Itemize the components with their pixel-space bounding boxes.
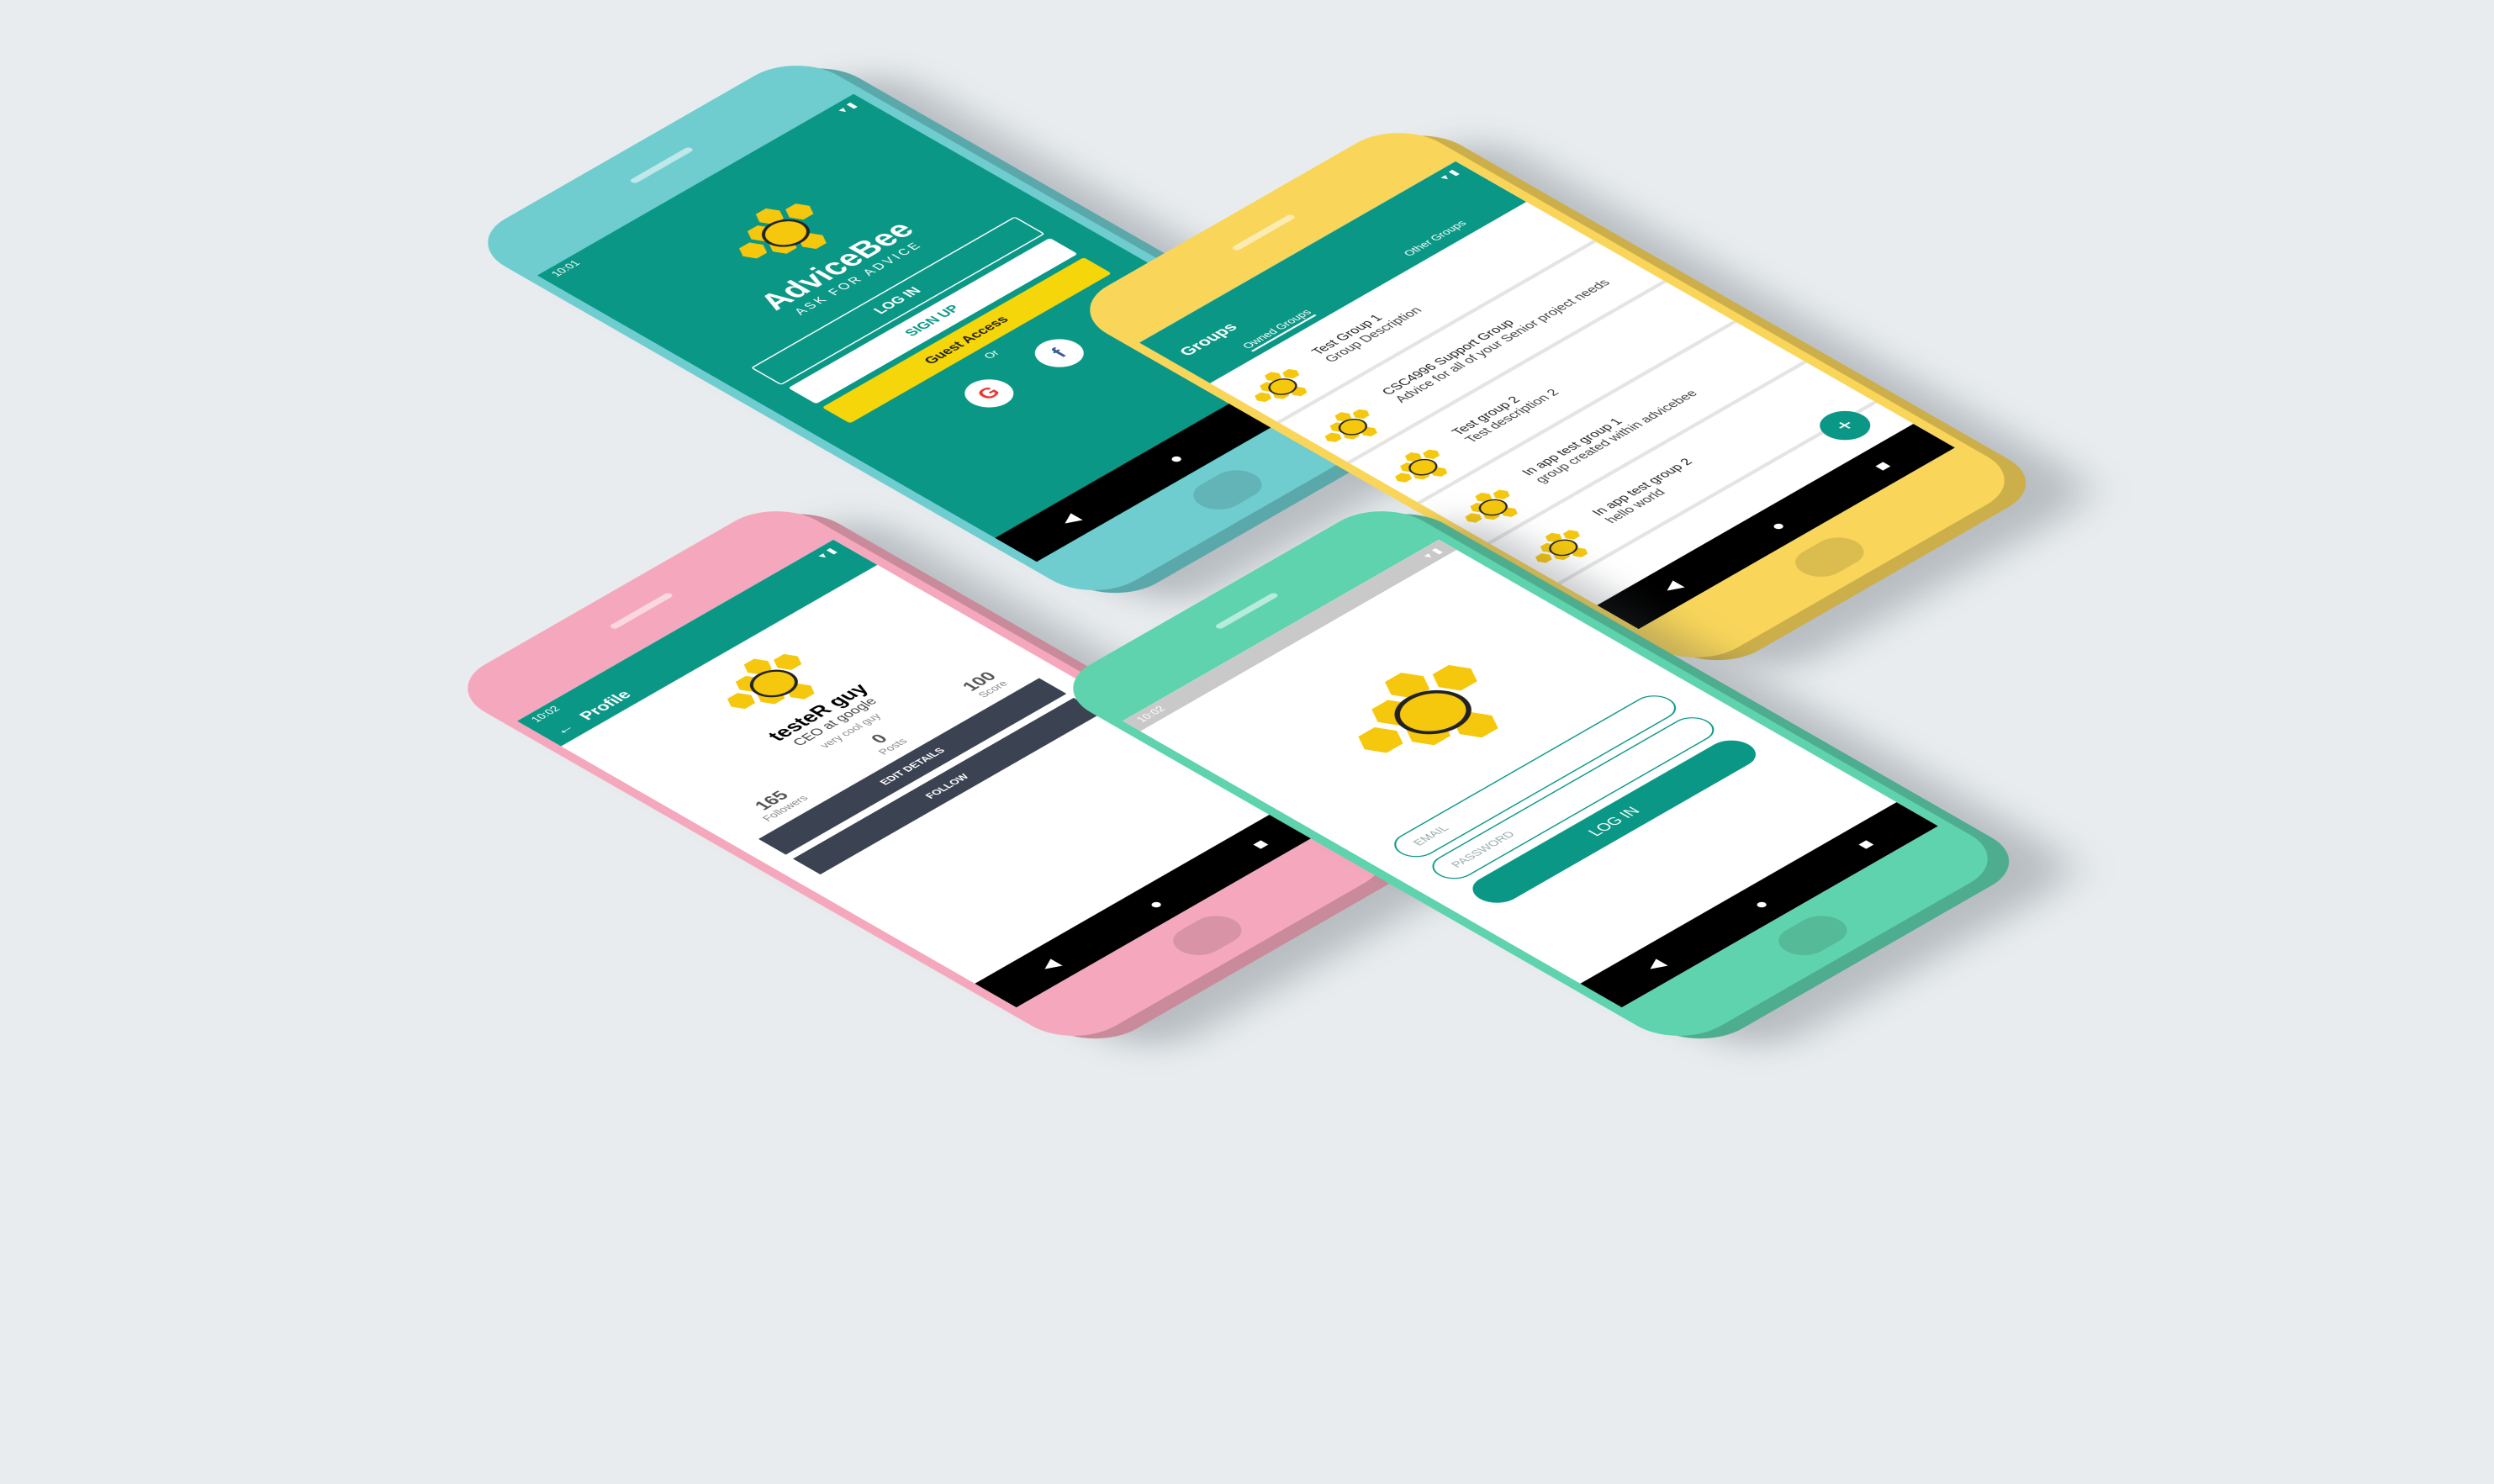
recents-icon[interactable]: ■: [1852, 836, 1879, 852]
battery-icon: ▮: [843, 101, 860, 110]
wifi-icon: ▾: [836, 106, 851, 115]
group-avatar: [1377, 449, 1441, 486]
mockup-stage: 10:01 ▾▮ AdviceBee ASK FOR ADVICE LOG IN…: [0, 0, 2494, 1484]
google-icon[interactable]: G: [954, 373, 1024, 414]
home-icon[interactable]: ●: [1141, 896, 1169, 912]
facebook-icon[interactable]: f: [1024, 333, 1094, 373]
edit-details-button[interactable]: EDIT DETAILS: [758, 678, 1067, 855]
stat-item: 100 Score: [957, 668, 1012, 700]
back-arrow-icon[interactable]: ←: [549, 721, 580, 738]
stat-item: 0 Posts: [858, 726, 911, 757]
recents-icon[interactable]: ■: [1868, 457, 1896, 473]
battery-icon: ▮: [1429, 547, 1445, 556]
battery-icon: ▮: [1445, 168, 1462, 177]
group-avatar: [1238, 369, 1302, 406]
home-icon[interactable]: ●: [1746, 896, 1774, 912]
back-icon[interactable]: ◀: [1034, 956, 1065, 974]
battery-icon: ▮: [823, 547, 840, 556]
wifi-icon: ▾: [816, 552, 831, 561]
home-icon[interactable]: ●: [1763, 518, 1791, 534]
back-icon[interactable]: ◀: [1640, 956, 1670, 974]
wifi-icon: ▾: [1421, 552, 1436, 561]
back-icon[interactable]: ◀: [1657, 578, 1687, 595]
group-avatar: [1308, 409, 1371, 446]
back-icon[interactable]: ◀: [1054, 510, 1085, 528]
home-icon[interactable]: ●: [1161, 451, 1189, 467]
recents-icon[interactable]: ■: [1246, 836, 1274, 852]
wifi-icon: ▾: [1438, 173, 1453, 182]
